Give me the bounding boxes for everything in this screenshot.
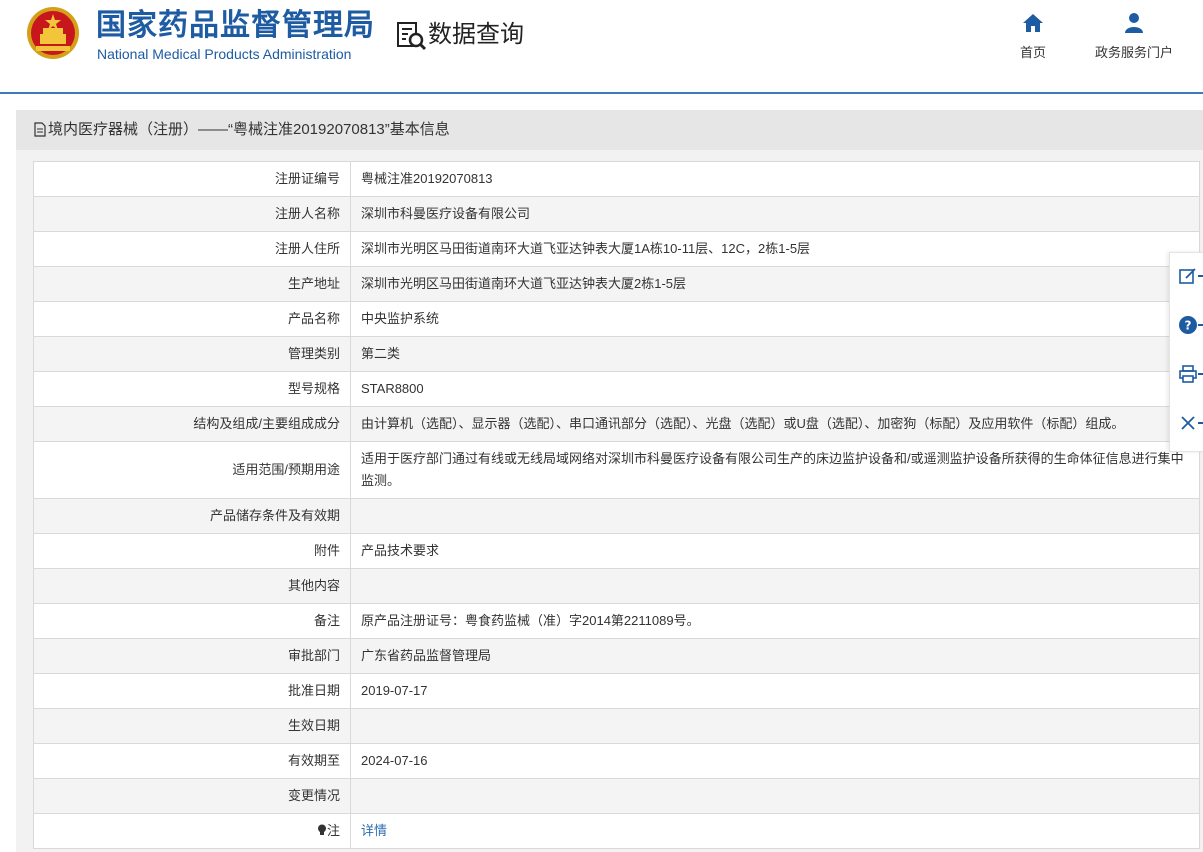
row-value: STAR8800 — [350, 371, 1200, 407]
row-key: 型号规格 — [33, 371, 351, 407]
table-row: 批准日期 2019-07-17 — [33, 673, 1200, 709]
row-key: 注册证编号 — [33, 161, 351, 197]
national-emblem-icon — [27, 7, 79, 59]
table-row: 适用范围/预期用途 适用于医疗部门通过有线或无线局域网络对深圳市科曼医疗设备有限公… — [33, 441, 1200, 499]
header-divider — [0, 92, 1203, 94]
table-row: 其他内容 — [33, 568, 1200, 604]
row-value — [350, 498, 1200, 534]
table-row: 结构及组成/主要组成成分 由计算机（选配）、显示器（选配）、串口通讯部分（选配）、… — [33, 406, 1200, 442]
row-key: 其他内容 — [33, 568, 351, 604]
row-value: 2024-07-16 — [350, 743, 1200, 779]
data-query-icon — [397, 22, 427, 51]
row-value: 由计算机（选配）、显示器（选配）、串口通讯部分（选配）、光盘（选配）或U盘（选配… — [350, 406, 1200, 442]
table-row: 备注 原产品注册证号：粤食药监械（准）字2014第2211089号。 — [33, 603, 1200, 639]
row-value: 产品技术要求 — [350, 533, 1200, 569]
row-key: 适用范围/预期用途 — [33, 441, 351, 499]
details-link[interactable]: 详情 — [361, 823, 387, 838]
table-row: 注册证编号 粤械注准20192070813 — [33, 161, 1200, 197]
row-key: 产品名称 — [33, 301, 351, 337]
row-key: 生产地址 — [33, 266, 351, 302]
table-row: 型号规格 STAR8800 — [33, 371, 1200, 407]
row-key: 审批部门 — [33, 638, 351, 674]
edit-label-stub — [1198, 275, 1203, 277]
row-key: 产品储存条件及有效期 — [33, 498, 351, 534]
document-icon — [34, 122, 46, 137]
table-row: 注册人住所 深圳市光明区马田街道南环大道飞亚达钟表大厦1A栋10-11层、12C，… — [33, 231, 1200, 267]
row-value: 第二类 — [350, 336, 1200, 372]
row-key: 结构及组成/主要组成成分 — [33, 406, 351, 442]
print-label-stub — [1198, 373, 1203, 375]
table-row: 注册人名称 深圳市科曼医疗设备有限公司 — [33, 196, 1200, 232]
row-value: 深圳市科曼医疗设备有限公司 — [350, 196, 1200, 232]
row-key: 变更情况 — [33, 778, 351, 814]
row-key: 附件 — [33, 533, 351, 569]
lightbulb-icon — [317, 824, 326, 835]
table-row: 生产地址 深圳市光明区马田街道南环大道飞亚达钟表大厦2栋1-5层 — [33, 266, 1200, 302]
edit-icon[interactable] — [1178, 266, 1198, 286]
row-value: 详情 — [350, 813, 1200, 849]
table-row: 管理类别 第二类 — [33, 336, 1200, 372]
nav-home-label: 首页 — [1019, 45, 1046, 60]
home-icon — [1023, 14, 1043, 32]
row-key: 注册人住所 — [33, 231, 351, 267]
user-icon — [1125, 13, 1143, 33]
help-icon[interactable]: ? — [1178, 315, 1198, 335]
org-name-en: National Medical Products Administration — [97, 46, 352, 62]
row-key: 备注 — [33, 603, 351, 639]
table-row: 审批部门 广东省药品监督管理局 — [33, 638, 1200, 674]
panel-title: 境内医疗器械（注册）——“粤械注准20192070813”基本信息 — [48, 121, 450, 138]
row-value: 粤械注准20192070813 — [350, 161, 1200, 197]
table-row: 附件 产品技术要求 — [33, 533, 1200, 569]
help-label-stub — [1198, 324, 1203, 326]
row-value: 深圳市光明区马田街道南环大道飞亚达钟表大厦1A栋10-11层、12C，2栋1-5… — [350, 231, 1200, 267]
nav-portal-link[interactable]: 政务服务门户 — [1088, 12, 1180, 61]
nav-home-link[interactable]: 首页 — [1012, 12, 1054, 61]
close-icon[interactable] — [1178, 413, 1198, 433]
row-value: 深圳市光明区马田街道南环大道飞亚达钟表大厦2栋1-5层 — [350, 266, 1200, 302]
panel-title-bar: 境内医疗器械（注册）——“粤械注准20192070813”基本信息 — [16, 110, 1203, 150]
row-value: 原产品注册证号：粤食药监械（准）字2014第2211089号。 — [350, 603, 1200, 639]
row-key: 管理类别 — [33, 336, 351, 372]
row-key: 生效日期 — [33, 708, 351, 744]
org-name-cn: 国家药品监督管理局 — [96, 9, 375, 42]
nav-portal-label: 政务服务门户 — [1094, 45, 1173, 60]
table-row-note: 注 详情 — [33, 813, 1200, 849]
svg-text:?: ? — [1185, 319, 1192, 333]
side-toolbar: ? — [1169, 252, 1203, 452]
row-value: 适用于医疗部门通过有线或无线局域网络对深圳市科曼医疗设备有限公司生产的床边监护设… — [350, 441, 1200, 499]
row-value: 广东省药品监督管理局 — [350, 638, 1200, 674]
row-value — [350, 708, 1200, 744]
close-label-stub — [1198, 422, 1203, 424]
note-label: 注 — [326, 823, 340, 838]
row-value — [350, 778, 1200, 814]
table-row: 生效日期 — [33, 708, 1200, 744]
row-key: 批准日期 — [33, 673, 351, 709]
row-key: 注册人名称 — [33, 196, 351, 232]
table-row: 产品名称 中央监护系统 — [33, 301, 1200, 337]
table-row: 产品储存条件及有效期 — [33, 498, 1200, 534]
device-info-table: 注册证编号 粤械注准20192070813 注册人名称 深圳市科曼医疗设备有限公司 … — [33, 161, 1200, 849]
row-value: 2019-07-17 — [350, 673, 1200, 709]
table-row: 有效期至 2024-07-16 — [33, 743, 1200, 779]
row-value — [350, 568, 1200, 604]
site-header: 国家药品监督管理局 National Medical Products Admi… — [0, 0, 1203, 92]
print-icon[interactable] — [1178, 364, 1198, 384]
table-row: 变更情况 — [33, 778, 1200, 814]
row-value: 中央监护系统 — [350, 301, 1200, 337]
row-key: 注 — [33, 813, 351, 849]
row-key: 有效期至 — [33, 743, 351, 779]
section-title: 数据查询 — [428, 21, 524, 48]
